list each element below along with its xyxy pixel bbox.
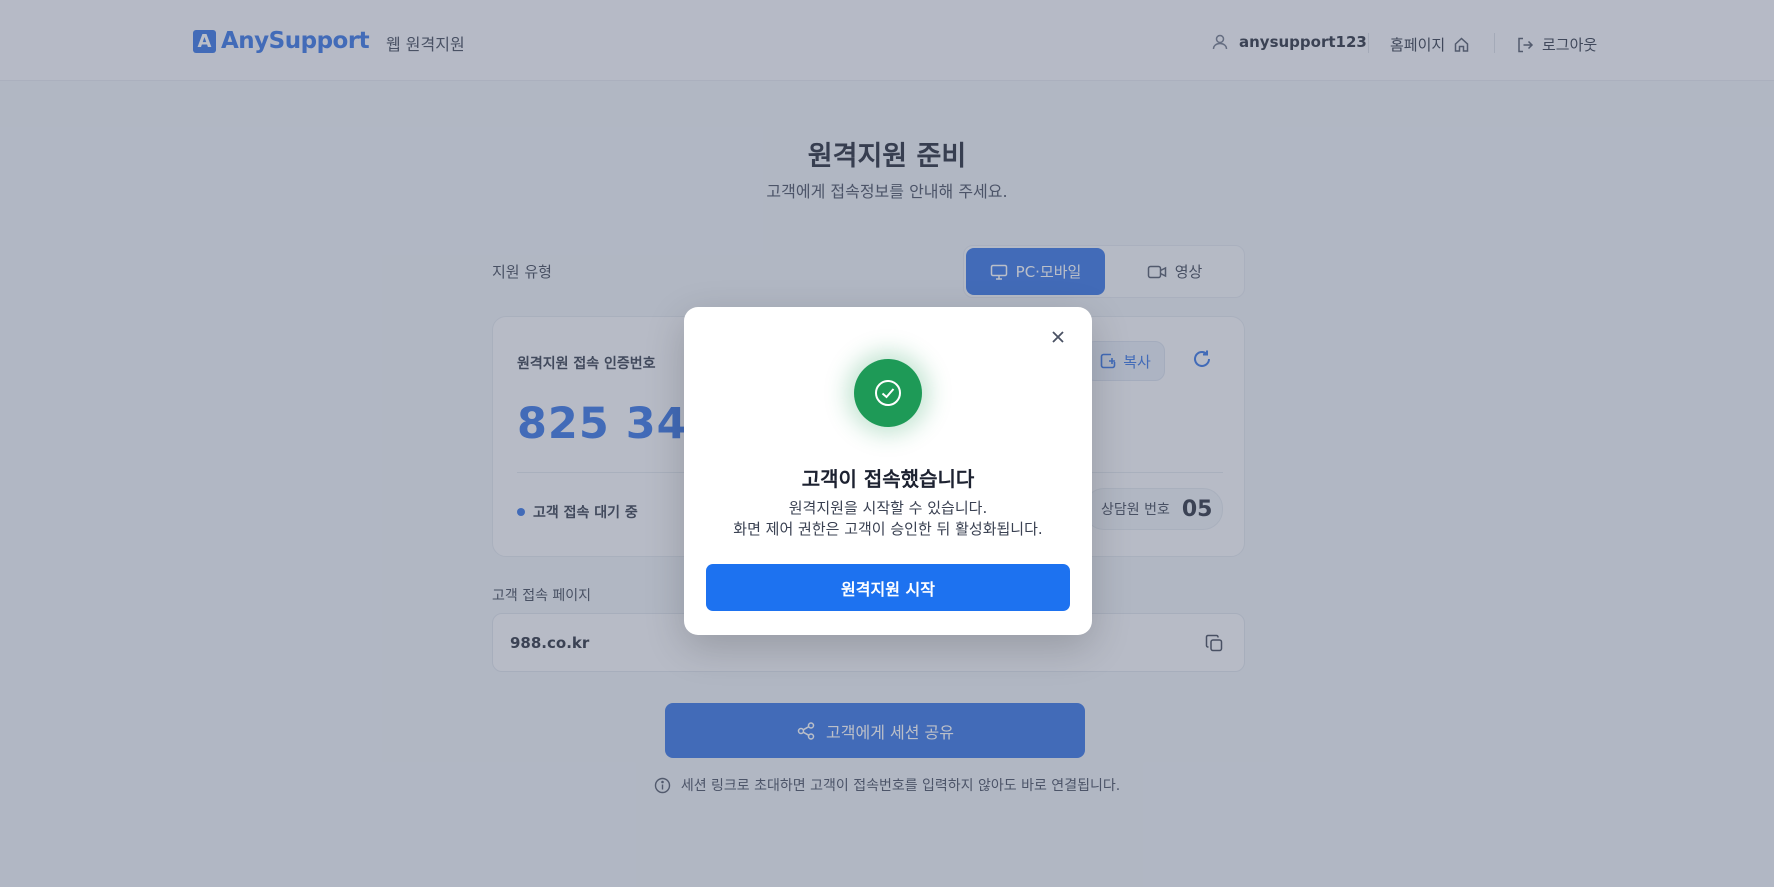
start-remote-support-button[interactable]: 원격지원 시작: [706, 564, 1070, 611]
success-check-icon: [854, 359, 922, 427]
dialog-title: 고객이 접속했습니다: [801, 467, 975, 491]
dialog-message-line2: 화면 제어 권한은 고객이 승인한 뒤 활성화됩니다.: [733, 520, 1043, 538]
customer-connected-dialog: 고객이 접속했습니다 원격지원을 시작할 수 있습니다. 화면 제어 권한은 고…: [684, 307, 1092, 635]
check-circle-icon: [875, 380, 901, 406]
dialog-message-line1: 원격지원을 시작할 수 있습니다.: [788, 499, 988, 517]
close-button[interactable]: [1050, 329, 1066, 349]
close-icon: [1052, 331, 1064, 343]
